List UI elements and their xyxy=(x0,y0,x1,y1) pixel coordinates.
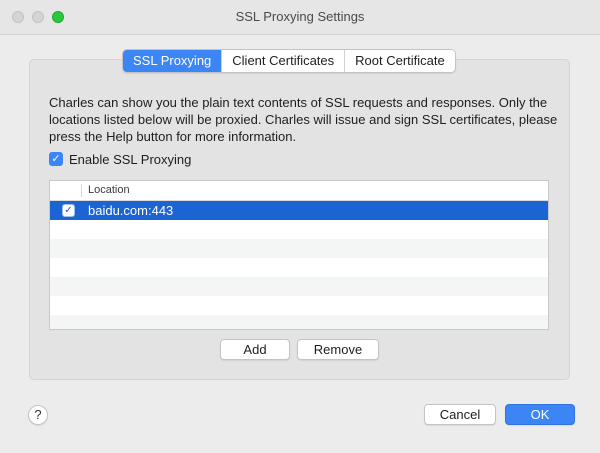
description-text: Charles can show you the plain text cont… xyxy=(49,95,558,144)
locations-table[interactable]: Location ✓ baidu.com:443 xyxy=(49,180,549,330)
title-bar: SSL Proxying Settings xyxy=(0,0,600,35)
checkbox-checked-icon[interactable]: ✓ xyxy=(49,152,63,166)
column-divider xyxy=(81,184,82,197)
enable-ssl-proxying-checkbox[interactable]: ✓ Enable SSL Proxying xyxy=(49,151,191,167)
row-checkbox-icon[interactable]: ✓ xyxy=(62,204,75,217)
table-header: Location xyxy=(50,181,548,201)
cancel-button[interactable]: Cancel xyxy=(424,404,496,425)
location-cell: baidu.com:443 xyxy=(88,203,174,218)
column-header-location[interactable]: Location xyxy=(88,184,130,196)
empty-row xyxy=(50,277,548,296)
remove-button[interactable]: Remove xyxy=(297,339,379,360)
tab-ssl-proxying[interactable]: SSL Proxying xyxy=(123,50,222,72)
empty-row xyxy=(50,296,548,315)
empty-row xyxy=(50,220,548,239)
enable-ssl-proxying-label: Enable SSL Proxying xyxy=(69,151,192,167)
empty-row xyxy=(50,258,548,277)
help-icon[interactable]: ? xyxy=(28,405,48,425)
table-row[interactable]: ✓ baidu.com:443 xyxy=(50,201,548,220)
empty-row xyxy=(50,239,548,258)
empty-row xyxy=(50,315,548,329)
tab-client-certificates[interactable]: Client Certificates xyxy=(221,50,345,72)
tab-root-certificate[interactable]: Root Certificate xyxy=(344,50,455,72)
tab-bar: SSL Proxying Client Certificates Root Ce… xyxy=(122,49,456,73)
add-button[interactable]: Add xyxy=(220,339,290,360)
ok-button[interactable]: OK xyxy=(505,404,575,425)
window-title: SSL Proxying Settings xyxy=(235,9,365,24)
